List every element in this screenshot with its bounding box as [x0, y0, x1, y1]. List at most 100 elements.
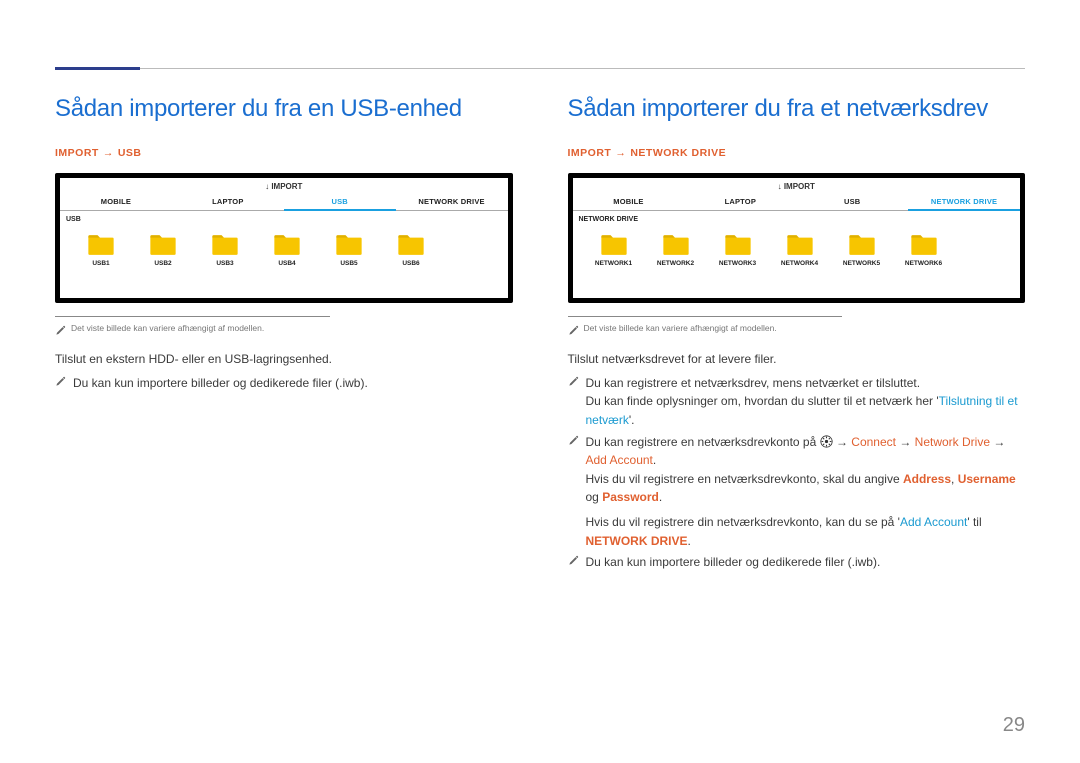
tab-usb[interactable]: USB	[284, 193, 396, 211]
left-title: Sådan importerer du fra en USB-enhed	[55, 95, 513, 123]
folder-item[interactable]: NETWORK2	[649, 233, 703, 267]
folder-icon	[149, 233, 177, 256]
folder-icon	[87, 233, 115, 256]
folder-icon	[273, 233, 301, 256]
accent-network-drive-caps: NETWORK DRIVE	[586, 534, 688, 548]
accent-password: Password	[602, 490, 659, 504]
folder-icon	[211, 233, 239, 256]
folder-label: NETWORK5	[843, 260, 880, 267]
folder-item[interactable]: NETWORK4	[773, 233, 827, 267]
folder-icon	[335, 233, 363, 256]
bullet-text: Hvis du vil registrere din netværksdrevk…	[586, 515, 900, 529]
frame-subtitle: USB	[60, 211, 508, 223]
folder-item[interactable]: USB6	[384, 233, 438, 267]
folder-icon	[786, 233, 814, 256]
frame-header: IMPORT	[573, 178, 1021, 193]
arrow-icon: →	[103, 147, 114, 159]
bullet-text: Du kan finde oplysninger om, hvordan du …	[586, 394, 939, 408]
accent-username: Username	[958, 472, 1016, 486]
bullet-line: Du kan kun importere billeder og dediker…	[55, 374, 513, 393]
folder-grid: NETWORK1 NETWORK2 NETWORK3 NETWORK4 NETW…	[573, 223, 1021, 273]
frame-tabs: MOBILE LAPTOP USB NETWORK DRIVE	[573, 193, 1021, 211]
left-breadcrumb: IMPORT → USB	[55, 147, 513, 159]
header-accent	[55, 67, 140, 70]
folder-label: NETWORK1	[595, 260, 632, 267]
bullet-line: Du kan registrere en netværksdrevkonto p…	[568, 433, 1026, 551]
crumb-usb: USB	[118, 147, 142, 159]
arrow-text: →	[990, 435, 1005, 449]
crumb-network: NETWORK DRIVE	[630, 147, 726, 159]
folder-label: NETWORK6	[905, 260, 942, 267]
folder-icon	[600, 233, 628, 256]
bullet-text: .	[659, 490, 662, 504]
bullet-text: Du kan kun importere billeder og dediker…	[73, 374, 513, 393]
tab-network[interactable]: NETWORK DRIVE	[396, 193, 508, 210]
tab-usb[interactable]: USB	[796, 193, 908, 210]
bullet-text: Du kan registrere et netværksdrev, mens …	[586, 376, 921, 390]
bullet-line: Du kan kun importere billeder og dediker…	[568, 553, 1026, 572]
tab-laptop[interactable]: LAPTOP	[684, 193, 796, 210]
left-column: Sådan importerer du fra en USB-enhed IMP…	[55, 95, 513, 575]
folder-icon	[910, 233, 938, 256]
folder-item[interactable]: NETWORK5	[835, 233, 889, 267]
frame-tabs: MOBILE LAPTOP USB NETWORK DRIVE	[60, 193, 508, 211]
pen-icon	[55, 325, 66, 336]
accent-connect: Connect	[851, 435, 896, 449]
accent-address: Address	[903, 472, 951, 486]
pen-icon	[568, 555, 579, 566]
crumb-import: IMPORT	[568, 147, 612, 159]
frame-header: IMPORT	[60, 178, 508, 193]
add-account-link[interactable]: Add Account	[900, 515, 967, 529]
tab-network[interactable]: NETWORK DRIVE	[908, 193, 1020, 211]
header-rule	[55, 68, 1025, 69]
model-note: Det viste billede kan variere afhængigt …	[568, 323, 1026, 336]
folder-grid: USB1 USB2 USB3 USB4 USB5 USB6	[60, 223, 508, 273]
folder-item[interactable]: USB2	[136, 233, 190, 267]
model-note-text: Det viste billede kan variere afhængigt …	[71, 323, 264, 333]
note-rule	[55, 316, 330, 317]
gear-icon	[820, 435, 833, 448]
folder-item[interactable]: USB4	[260, 233, 314, 267]
tab-mobile[interactable]: MOBILE	[60, 193, 172, 210]
folder-label: NETWORK3	[719, 260, 756, 267]
folder-label: NETWORK4	[781, 260, 818, 267]
folder-label: USB1	[92, 260, 109, 267]
bullet-text: ' til	[967, 515, 981, 529]
pen-icon	[568, 376, 579, 387]
crumb-import: IMPORT	[55, 147, 99, 159]
bullet-text: ,	[951, 472, 958, 486]
bullet-text: Du kan registrere en netværksdrevkonto p…	[586, 435, 820, 449]
pen-icon	[568, 325, 579, 336]
arrow-text: →	[833, 435, 852, 449]
folder-item[interactable]: NETWORK3	[711, 233, 765, 267]
tab-mobile[interactable]: MOBILE	[573, 193, 685, 210]
arrow-text: →	[896, 435, 915, 449]
bullet-text: .	[688, 534, 691, 548]
folder-icon	[397, 233, 425, 256]
pen-icon	[55, 376, 66, 387]
folder-item[interactable]: USB5	[322, 233, 376, 267]
right-breadcrumb: IMPORT→ NETWORK DRIVE	[568, 147, 1026, 159]
pen-icon	[568, 435, 579, 446]
folder-label: NETWORK2	[657, 260, 694, 267]
model-note-text: Det viste billede kan variere afhængigt …	[584, 323, 777, 333]
arrow-icon: →	[615, 147, 626, 159]
tab-laptop[interactable]: LAPTOP	[172, 193, 284, 210]
folder-item[interactable]: USB1	[74, 233, 128, 267]
folder-label: USB2	[154, 260, 171, 267]
folder-item[interactable]: USB3	[198, 233, 252, 267]
accent-network-drive: Network Drive	[915, 435, 990, 449]
bullet-text: Du kan kun importere billeder og dediker…	[586, 553, 1026, 572]
note-rule	[568, 316, 843, 317]
accent-add-account: Add Account	[586, 453, 653, 467]
model-note: Det viste billede kan variere afhængigt …	[55, 323, 513, 336]
bullet-text: Hvis du vil registrere en netværksdrevko…	[586, 472, 903, 486]
network-device-frame: IMPORT MOBILE LAPTOP USB NETWORK DRIVE N…	[568, 173, 1026, 303]
page-number: 29	[1003, 714, 1025, 737]
bullet-line: Du kan registrere et netværksdrev, mens …	[568, 374, 1026, 430]
right-title: Sådan importerer du fra et netværksdrev	[568, 95, 1026, 123]
folder-item[interactable]: NETWORK6	[897, 233, 951, 267]
folder-item[interactable]: NETWORK1	[587, 233, 641, 267]
bullet-text: .	[653, 453, 656, 467]
instruction: Tilslut netværksdrevet for at levere fil…	[568, 350, 1026, 370]
